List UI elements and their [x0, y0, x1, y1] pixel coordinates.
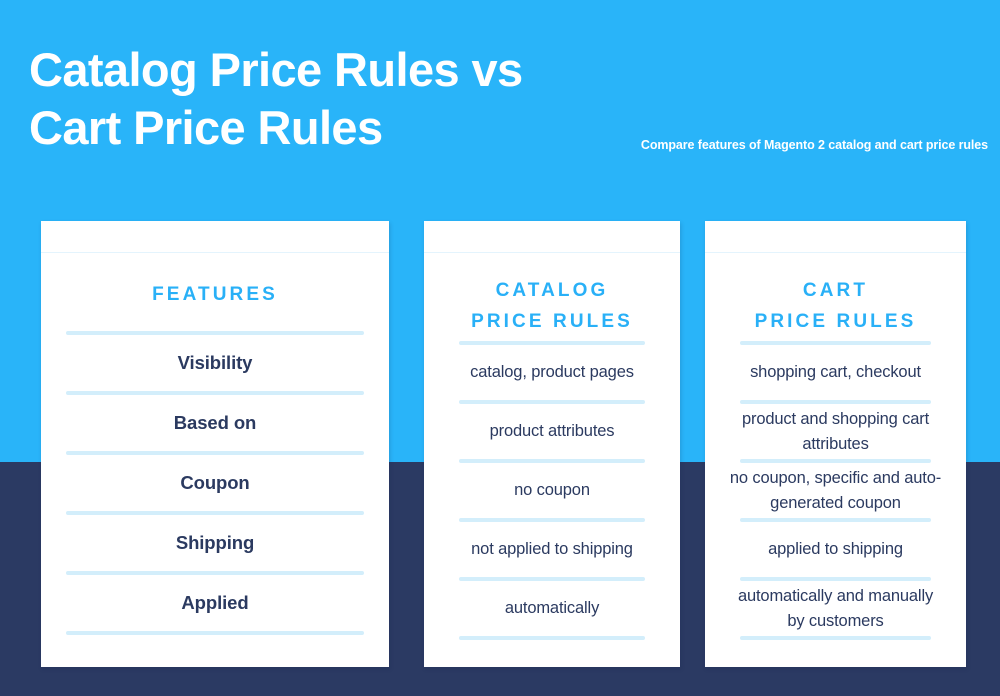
- table-row: product and shopping cart attributes: [741, 409, 930, 453]
- table-row: no coupon, specific and auto-generated c…: [729, 468, 942, 512]
- table-row: Shipping: [175, 532, 255, 553]
- header: Catalog Price Rules vs Cart Price Rules …: [0, 0, 1000, 200]
- table-row: automatically: [504, 599, 600, 617]
- table-row: product attributes: [489, 422, 615, 440]
- infographic-poster: Catalog Price Rules vs Cart Price Rules …: [0, 0, 1000, 696]
- table-row: automatically and manually by customers: [737, 586, 934, 630]
- table-row: no coupon: [514, 481, 590, 499]
- table-row: Visibility: [177, 352, 253, 373]
- column-heading-cart-price-rules: CART PRICE RULES: [754, 280, 917, 332]
- card-body: CATALOG PRICE RULES catalog, product pag…: [424, 252, 680, 667]
- card-body: FEATURES Visibility Based on Coupon Ship…: [41, 252, 389, 667]
- table-row: not applied to shipping: [471, 540, 633, 558]
- table-row: applied to shipping: [768, 540, 903, 558]
- table-row: catalog, product pages: [470, 363, 634, 381]
- row-divider: [459, 636, 645, 640]
- card-body: CART PRICE RULES shopping cart, checkout…: [705, 252, 966, 667]
- comparison-column-catalog-price-rules: CATALOG PRICE RULES catalog, product pag…: [424, 221, 680, 667]
- comparison-table: FEATURES Visibility Based on Coupon Ship…: [0, 221, 1000, 667]
- comparison-column-cart-price-rules: CART PRICE RULES shopping cart, checkout…: [705, 221, 966, 667]
- comparison-column-features: FEATURES Visibility Based on Coupon Ship…: [41, 221, 389, 667]
- row-divider: [740, 636, 931, 640]
- column-heading-catalog-price-rules: CATALOG PRICE RULES: [471, 280, 633, 332]
- page-subtitle: Compare features of Magento 2 catalog an…: [640, 138, 988, 152]
- column-heading-features: FEATURES: [152, 284, 278, 305]
- table-row: Based on: [173, 412, 257, 433]
- table-row: shopping cart, checkout: [750, 363, 921, 381]
- table-row: Coupon: [180, 472, 250, 493]
- page-title: Catalog Price Rules vs Cart Price Rules: [29, 43, 523, 154]
- table-row: Applied: [181, 592, 249, 613]
- row-divider: [66, 631, 364, 635]
